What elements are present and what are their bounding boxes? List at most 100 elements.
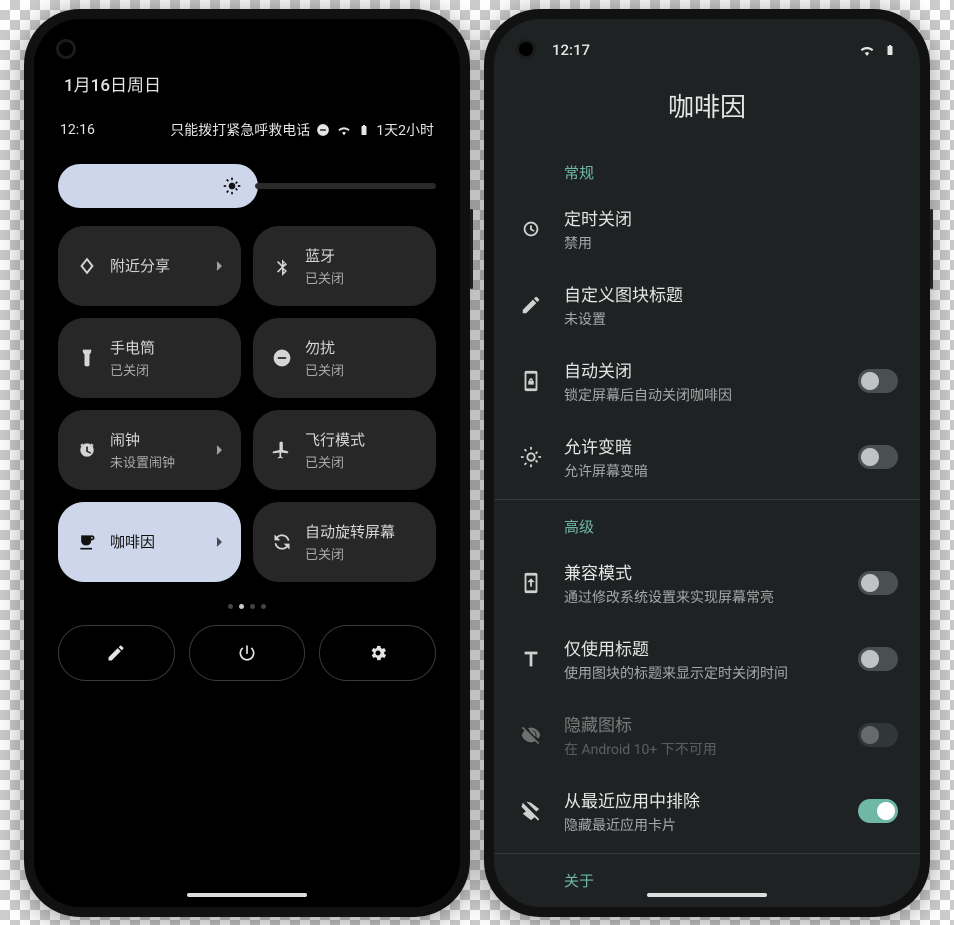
setting-title: 隐藏图标 (564, 711, 838, 736)
setting-subtitle: 禁用 (564, 233, 898, 253)
tile-caffeine[interactable]: 咖啡因 (58, 502, 241, 582)
phone-left: 1月16日周日 12:16 只能拨打紧急呼救电话 1天2小时 附近分享 (24, 9, 470, 917)
coffee-icon (76, 532, 98, 552)
quick-settings-screen: 1月16日周日 12:16 只能拨打紧急呼救电话 1天2小时 附近分享 (34, 19, 460, 907)
setting-subtitle: 锁定屏幕后自动关闭咖啡因 (564, 385, 838, 405)
brightness-icon (518, 446, 544, 468)
tile-dnd[interactable]: 勿扰 已关闭 (253, 318, 436, 398)
setting-switch[interactable] (858, 369, 898, 393)
tile-flashlight[interactable]: 手电筒 已关闭 (58, 318, 241, 398)
network-status-text: 只能拨打紧急呼救电话 (170, 120, 310, 140)
phone-right: 12:17 咖啡因 常规 定时关闭 禁用 自定义图块标题 未设置 自 (484, 9, 930, 917)
tile-title: 自动旋转屏幕 (305, 521, 422, 542)
tile-subtitle: 已关闭 (110, 360, 227, 379)
setting-switch[interactable] (858, 571, 898, 595)
airplane-icon (271, 440, 293, 460)
nav-bar[interactable] (647, 893, 767, 897)
pager-dot[interactable] (261, 604, 266, 609)
alarm-icon (76, 440, 98, 460)
dnd-status-icon (316, 123, 330, 137)
front-camera (56, 39, 76, 59)
battery-status-icon (884, 42, 896, 58)
qs-tiles-grid: 附近分享 蓝牙 已关闭 手电筒 已关闭 勿扰 已关闭 (58, 226, 436, 582)
pager-dot[interactable] (228, 604, 233, 609)
settings-list: 常规 定时关闭 禁用 自定义图块标题 未设置 自动关闭 锁定屏幕后自动关闭咖啡因 (494, 150, 920, 899)
setting-title: 定时关闭 (564, 205, 898, 230)
text-icon (518, 648, 544, 670)
edit-icon (518, 294, 544, 316)
battery-time-text: 1天2小时 (376, 120, 434, 140)
setting-subtitle: 通过修改系统设置来实现屏幕常亮 (564, 587, 838, 607)
setting-switch[interactable] (858, 799, 898, 823)
divider (494, 853, 920, 854)
setting-allow-dim[interactable]: 允许变暗 允许屏幕变暗 (494, 419, 920, 495)
setting-switch[interactable] (858, 647, 898, 671)
setting-switch (858, 723, 898, 747)
wifi-status-icon (336, 122, 352, 138)
tile-subtitle: 已关闭 (305, 360, 422, 379)
tile-bluetooth[interactable]: 蓝牙 已关闭 (253, 226, 436, 306)
tile-title: 勿扰 (305, 337, 422, 358)
tile-title: 附近分享 (110, 255, 199, 276)
setting-title: 仅使用标题 (564, 635, 838, 660)
lock-phone-icon (518, 370, 544, 392)
status-time: 12:17 (552, 41, 590, 59)
tile-subtitle: 已关闭 (305, 544, 422, 563)
layers-off-icon (518, 800, 544, 822)
qs-date: 1月16日周日 (34, 19, 460, 96)
tile-nearby-share[interactable]: 附近分享 (58, 226, 241, 306)
section-label-general: 常规 (494, 150, 920, 191)
tile-subtitle: 已关闭 (305, 268, 422, 287)
setting-switch[interactable] (858, 445, 898, 469)
pager-dot[interactable] (250, 604, 255, 609)
flashlight-icon (76, 348, 98, 368)
power-button[interactable] (189, 625, 306, 681)
setting-exclude-recent[interactable]: 从最近应用中排除 隐藏最近应用卡片 (494, 773, 920, 849)
tile-airplane[interactable]: 飞行模式 已关闭 (253, 410, 436, 490)
wifi-status-icon (858, 41, 876, 59)
qs-footer (58, 625, 436, 681)
setting-subtitle: 使用图块的标题来显示定时关闭时间 (564, 663, 838, 683)
tile-title: 飞行模式 (305, 429, 422, 450)
setting-title-only[interactable]: 仅使用标题 使用图块的标题来显示定时关闭时间 (494, 621, 920, 697)
setting-subtitle: 在 Android 10+ 下不可用 (564, 739, 838, 759)
chevron-right-icon (211, 534, 227, 550)
pencil-icon (106, 643, 126, 663)
setting-title: 允许变暗 (564, 433, 838, 458)
tile-alarm[interactable]: 闹钟 未设置闹钟 (58, 410, 241, 490)
dnd-icon (271, 348, 293, 368)
install-icon (518, 572, 544, 594)
power-icon (237, 643, 257, 663)
tile-autorotate[interactable]: 自动旋转屏幕 已关闭 (253, 502, 436, 582)
setting-subtitle: 未设置 (564, 309, 898, 329)
qs-time: 12:16 (60, 122, 95, 138)
pager-dot[interactable] (239, 604, 244, 609)
settings-button[interactable] (319, 625, 436, 681)
tile-subtitle: 已关闭 (305, 452, 422, 471)
chevron-right-icon (211, 442, 227, 458)
qs-status-row: 12:16 只能拨打紧急呼救电话 1天2小时 (34, 96, 460, 154)
setting-custom-title[interactable]: 自定义图块标题 未设置 (494, 267, 920, 343)
edit-tiles-button[interactable] (58, 625, 175, 681)
status-bar: 12:17 (494, 19, 920, 59)
bluetooth-icon (271, 256, 293, 276)
tile-subtitle: 未设置闹钟 (110, 452, 199, 471)
nearby-icon (76, 256, 98, 276)
timer-icon (518, 218, 544, 240)
setting-auto-off[interactable]: 自动关闭 锁定屏幕后自动关闭咖啡因 (494, 343, 920, 419)
nav-bar[interactable] (187, 893, 307, 897)
rotate-icon (271, 532, 293, 552)
tile-title: 咖啡因 (110, 531, 199, 552)
setting-title: 从最近应用中排除 (564, 787, 838, 812)
setting-hide-icon: 隐藏图标 在 Android 10+ 下不可用 (494, 697, 920, 773)
brightness-slider[interactable] (58, 164, 436, 208)
caffeine-settings-screen: 12:17 咖啡因 常规 定时关闭 禁用 自定义图块标题 未设置 自 (494, 19, 920, 907)
qs-pager (34, 604, 460, 609)
setting-subtitle: 隐藏最近应用卡片 (564, 815, 838, 835)
setting-compat[interactable]: 兼容模式 通过修改系统设置来实现屏幕常亮 (494, 545, 920, 621)
setting-scheduled-off[interactable]: 定时关闭 禁用 (494, 191, 920, 267)
brightness-icon (222, 176, 242, 196)
divider (494, 499, 920, 500)
front-camera (516, 39, 536, 59)
chevron-right-icon (211, 258, 227, 274)
